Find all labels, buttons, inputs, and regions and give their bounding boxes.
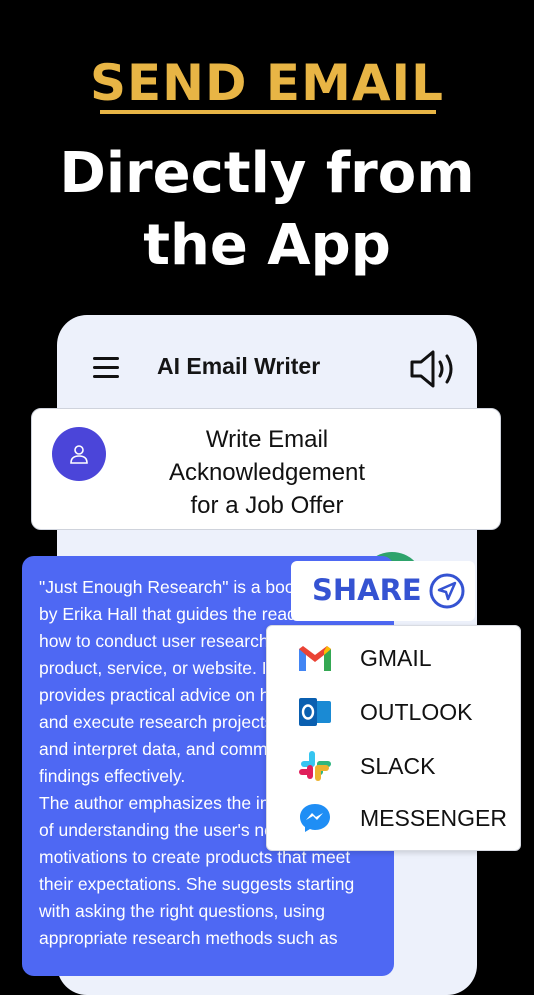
prompt-line: Acknowledgement [168,459,366,486]
share-item-gmail[interactable]: GMAIL [267,633,522,683]
promo-subheadline-line1: Directly from [59,141,475,206]
share-item-label: SLACK [360,753,436,779]
messenger-icon [300,804,330,832]
share-label: SHARE [312,573,422,607]
outlook-icon [299,698,331,726]
share-item-slack[interactable]: SLACK [267,741,522,791]
prompt-card: Write Email Acknowledgement for a Job Of… [31,408,501,530]
promo-headline: SEND EMAIL [90,54,444,112]
gmail-icon [299,646,331,671]
share-item-label: OUTLOOK [360,699,473,725]
send-arrow-icon [429,573,465,609]
slack-icon [299,751,331,781]
prompt-line: for a Job Offer [190,492,344,519]
app-bar: AI Email Writer [57,315,477,415]
share-item-label: GMAIL [360,645,432,671]
share-item-outlook[interactable]: OUTLOOK [267,687,522,737]
speaker-icon[interactable] [409,349,459,389]
share-button[interactable]: SHARE [291,561,475,621]
promo-subheadline: Directly from the App [0,138,534,282]
share-menu: GMAIL OUTLOOK SLACK MESSENGER [266,625,521,851]
headline-underline [100,110,436,114]
promo-subheadline-line2: the App [143,213,391,278]
share-item-messenger[interactable]: MESSENGER [267,793,522,843]
app-title: AI Email Writer [157,353,321,379]
hamburger-menu-icon[interactable] [93,357,119,378]
share-item-label: MESSENGER [360,805,507,831]
user-avatar-icon [52,427,106,481]
prompt-line: Write Email [205,426,329,453]
prompt-text: Write Email Acknowledgement for a Job Of… [132,423,402,522]
